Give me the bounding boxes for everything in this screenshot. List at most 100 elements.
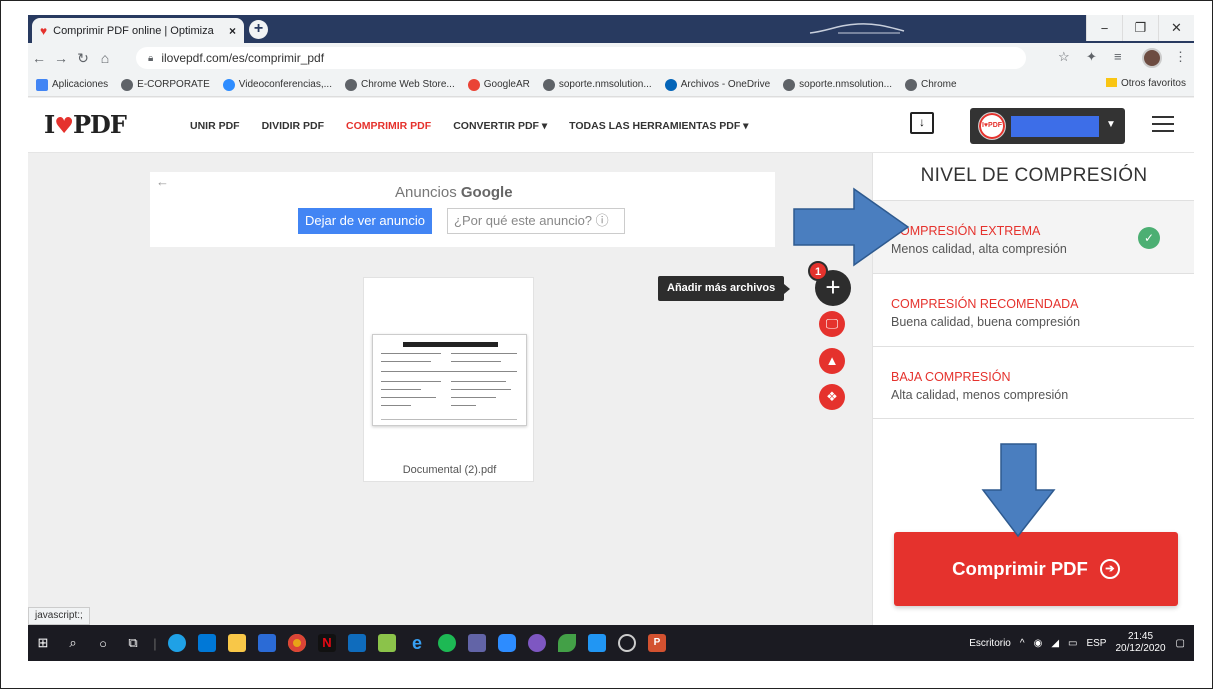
restore-button[interactable]: ❐ [1122,15,1158,41]
bookmark-item[interactable]: Chrome [905,78,957,91]
file-name: Documental (2).pdf [402,464,497,476]
compress-pdf-button[interactable]: Comprimir PDF ➔ [894,532,1178,606]
spotify-icon[interactable] [432,625,462,661]
paint-icon[interactable] [522,625,552,661]
hamburger-menu-icon[interactable] [1152,116,1174,132]
ms-store-icon[interactable] [252,625,282,661]
stop-ad-button[interactable]: Dejar de ver anuncio [298,208,432,234]
close-window-button[interactable]: ✕ [1158,15,1194,41]
bookmark-item[interactable]: GoogleAR [467,78,530,91]
teams-icon[interactable] [462,625,492,661]
profile-avatar[interactable] [1142,48,1162,68]
nav-todas-herramientas[interactable]: TODAS LAS HERRAMIENTAS PDF ▾ [569,120,748,132]
nav-comprimir-pdf[interactable]: COMPRIMIR PDF [346,120,431,132]
home-icon[interactable]: ⌂ [94,50,116,66]
network-icon[interactable]: ◉ [1034,638,1043,649]
bookmark-item[interactable]: Archivos - OneDrive [664,78,770,91]
bookmark-item[interactable]: Aplicaciones [36,78,108,91]
desktop-toolbar[interactable]: Escritorio [969,638,1011,649]
reading-list-icon[interactable]: ≡ [1114,49,1122,64]
bookmarks-bar: Aplicaciones E-CORPORATE Videoconferenci… [28,73,1194,97]
toolbar: ← → ↻ ⌂ 🔒︎ ilovepdf.com/es/comprimir_pdf… [28,43,1194,73]
add-files-tooltip: Añadir más archivos [658,276,791,301]
close-tab-icon[interactable]: × [229,24,236,38]
system-tray: Escritorio ^ ◉ ◢ ▭ ESP 21:45 20/12/2020 … [969,625,1194,661]
main-nav: UNIR PDF DIVIDIR PDF COMPRIMIR PDF CONVE… [190,120,770,132]
dropbox-icon[interactable]: ❖ [819,384,845,410]
bookmark-item[interactable]: Videoconferencias,... [222,78,332,91]
bookmark-item[interactable]: E-CORPORATE [121,78,210,91]
user-name-redacted [1011,116,1099,137]
tab-title: Comprimir PDF online | Optimiza [53,24,214,37]
chrome-icon[interactable] [282,625,312,661]
globe-icon [121,78,134,91]
desktop-app-icon[interactable]: ↓ [910,112,934,134]
chevron-up-icon[interactable]: ^ [1020,638,1025,649]
reload-icon[interactable]: ↻ [72,50,94,67]
upload-from-computer-icon[interactable]: 🖵︎ [819,311,845,337]
other-bookmarks[interactable]: Otros favoritos [1105,78,1186,89]
app-circle-icon[interactable] [612,625,642,661]
netflix-icon[interactable]: N [312,625,342,661]
option-recommended-compression[interactable]: COMPRESIÓN RECOMENDADA Buena calidad, bu… [873,273,1194,346]
edge-icon[interactable] [162,625,192,661]
screenshot-frame: ♥ Comprimir PDF online | Optimiza × + − … [0,0,1213,689]
search-icon[interactable]: ⌕ [58,625,88,661]
zoom-icon [222,78,235,91]
task-view-icon[interactable]: ⧉ [118,625,148,661]
file-card[interactable]: Documental (2).pdf [363,277,534,482]
status-bar: javascript:; [28,607,90,625]
google-ad-panel: ← Anuncios Google Dejar de ver anuncio ¿… [150,172,775,247]
url-text: ilovepdf.com/es/comprimir_pdf [161,51,325,65]
bookmark-item[interactable]: soporte.nmsolution... [542,78,652,91]
back-icon[interactable]: ← [28,50,50,66]
address-bar[interactable]: 🔒︎ ilovepdf.com/es/comprimir_pdf [136,47,1026,69]
nav-unir-pdf[interactable]: UNIR PDF [190,120,240,132]
ie-icon[interactable]: e [402,625,432,661]
google-drive-icon[interactable]: ▲ [819,348,845,374]
battery-icon[interactable]: ▭ [1068,638,1077,649]
volume-icon[interactable]: ◢ [1051,638,1059,649]
mail-icon[interactable] [342,625,372,661]
extensions-icon[interactable]: ✦ [1086,49,1097,65]
annotation-arrow-down [981,443,1056,538]
ad-title: Anuncios Google [395,184,513,201]
minimize-button[interactable]: − [1086,15,1122,41]
windows-taskbar: ⊞ ⌕ ○ ⧉ | N e P Escritorio ^ ◉ ◢ ▭ ESP 2… [28,625,1194,661]
zoom-icon[interactable] [492,625,522,661]
browser-tab[interactable]: ♥ Comprimir PDF online | Optimiza × [32,18,244,43]
calculator-icon[interactable] [582,625,612,661]
caret-down-icon: ▼ [1106,119,1116,130]
compression-panel: NIVEL DE COMPRESIÓN COMPRESIÓN EXTREMA M… [872,153,1194,633]
app-icon[interactable] [372,625,402,661]
language-indicator[interactable]: ESP [1086,638,1106,649]
powerpoint-icon[interactable]: P [642,625,672,661]
cortana-icon[interactable]: ○ [88,625,118,661]
arrow-circle-icon: ➔ [1099,559,1120,579]
star-icon[interactable]: ☆ [1058,49,1070,65]
ad-back-icon[interactable]: ← [156,174,169,189]
app-leaf-icon[interactable] [552,625,582,661]
file-explorer-icon[interactable] [222,625,252,661]
ilovepdf-logo[interactable]: I♥PDF [44,110,127,139]
forward-icon[interactable]: → [50,50,72,66]
store-app-icon[interactable] [192,625,222,661]
option-extreme-compression[interactable]: COMPRESIÓN EXTREMA Menos calidad, alta c… [873,200,1194,273]
menu-dots-icon[interactable]: ⋮ [1174,49,1187,65]
bookmark-item[interactable]: Chrome Web Store... [344,78,455,91]
folder-icon [1105,78,1117,87]
why-ad-button[interactable]: ¿Por qué este anuncio? ⓘ [447,208,625,234]
nav-convertir-pdf[interactable]: CONVERTIR PDF ▾ [453,120,547,132]
window-controls: − ❐ ✕ [1086,15,1194,41]
start-button[interactable]: ⊞ [28,625,58,661]
notifications-icon[interactable]: ▢ [1176,638,1185,649]
nav-dividir-pdf[interactable]: DIVIDIR PDF [262,120,324,132]
annotation-arrow-right [793,187,910,267]
lock-icon: 🔒︎ [148,52,154,64]
ilovepdf-favicon-icon: ♥ [40,23,48,38]
option-low-compression[interactable]: BAJA COMPRESIÓN Alta calidad, menos comp… [873,346,1194,419]
clock[interactable]: 21:45 20/12/2020 [1115,631,1165,655]
new-tab-button[interactable]: + [249,20,268,39]
bookmark-item[interactable]: soporte.nmsolution... [783,78,892,91]
site-header: I♥PDF UNIR PDF DIVIDIR PDF COMPRIMIR PDF… [28,98,1194,153]
